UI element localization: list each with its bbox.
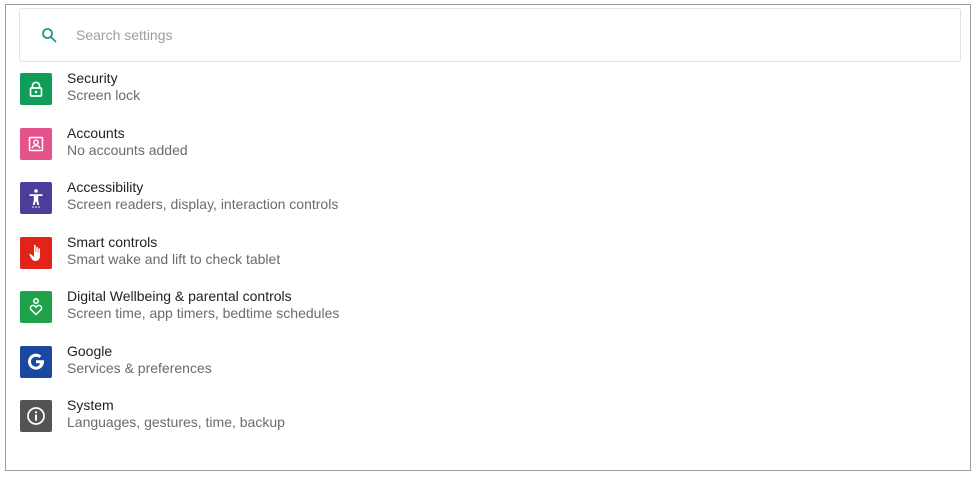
settings-item-title: System <box>67 397 114 413</box>
settings-item-security[interactable]: Security Screen lock <box>6 67 970 122</box>
settings-item-subtitle: No accounts added <box>67 141 188 158</box>
settings-item-google[interactable]: Google Services & preferences <box>6 340 970 395</box>
system-tile <box>20 400 52 432</box>
accounts-tile <box>20 127 52 160</box>
settings-item-title: Google <box>67 342 113 359</box>
settings-item-title: Accounts <box>67 124 125 141</box>
settings-item-smart-controls[interactable]: Smart controls Smart wake and lift to ch… <box>6 231 970 286</box>
account-box-icon <box>27 135 45 153</box>
settings-item-subtitle: Services & preferences <box>67 359 212 376</box>
settings-item-subtitle: Screen readers, display, interaction con… <box>67 196 339 212</box>
settings-item-title: Smart controls <box>67 233 158 250</box>
smart-controls-tile <box>20 236 52 269</box>
security-tile <box>20 73 52 105</box>
settings-item-subtitle: Smart wake and lift to check tablet <box>67 250 281 267</box>
settings-item-system[interactable]: System Languages, gestures, time, backup <box>6 394 970 449</box>
info-icon <box>26 406 46 426</box>
google-icon <box>25 351 47 373</box>
search-input[interactable] <box>74 19 960 51</box>
settings-item-accessibility[interactable]: Accessibility Screen readers, display, i… <box>6 176 970 231</box>
settings-item-subtitle: Screen lock <box>67 87 141 103</box>
settings-item-title: Accessibility <box>67 179 144 195</box>
settings-window: Security Screen lock Accounts No account… <box>5 4 971 471</box>
google-tile <box>20 345 52 378</box>
accessibility-tile <box>20 182 52 214</box>
settings-item-digital-wellbeing[interactable]: Digital Wellbeing & parental controls Sc… <box>6 285 970 340</box>
settings-item-title: Digital Wellbeing & parental controls <box>67 288 292 304</box>
settings-list: Security Screen lock Accounts No account… <box>6 67 970 449</box>
accessibility-icon <box>27 188 45 208</box>
settings-item-subtitle: Screen time, app timers, bedtime schedul… <box>67 305 340 321</box>
digital-wellbeing-tile <box>20 291 52 323</box>
search-bar[interactable] <box>19 8 961 62</box>
hand-icon <box>27 243 45 263</box>
settings-item-subtitle: Languages, gestures, time, backup <box>67 414 285 430</box>
settings-item-title: Security <box>67 70 118 86</box>
settings-item-accounts[interactable]: Accounts No accounts added <box>6 122 970 177</box>
wellbeing-icon <box>27 297 45 317</box>
lock-icon <box>27 80 45 98</box>
search-icon <box>41 27 57 43</box>
